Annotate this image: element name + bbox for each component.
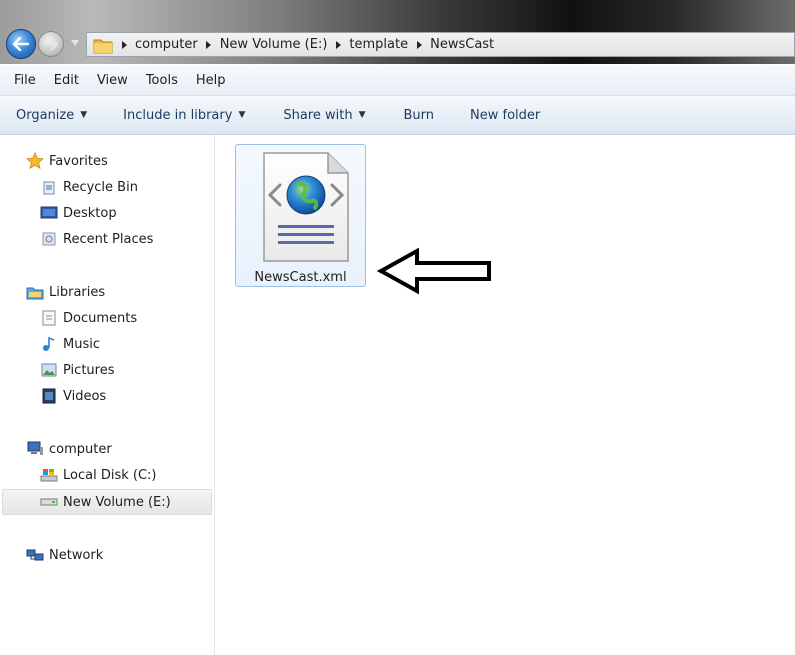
chevron-down-icon: ▼ (238, 110, 246, 120)
new-folder-label: New folder (470, 107, 541, 123)
breadcrumb-arrow-icon[interactable] (412, 38, 426, 52)
chevron-down-icon: ▼ (80, 110, 88, 120)
music-icon (40, 335, 58, 353)
star-icon (26, 152, 44, 170)
breadcrumb-computer[interactable]: computer (131, 37, 202, 52)
back-arrow-icon (13, 37, 29, 51)
menu-tools[interactable]: Tools (137, 73, 187, 88)
file-list: NewsCast.xml (215, 135, 795, 655)
nav-label: Documents (63, 310, 138, 326)
nav-label: Desktop (63, 205, 117, 221)
nav-label: Music (63, 336, 100, 352)
recent-pages-button[interactable] (70, 38, 80, 48)
nav-label: Libraries (49, 284, 106, 300)
include-in-library-label: Include in library (123, 107, 233, 123)
breadcrumb-arrow-icon[interactable] (117, 38, 131, 52)
network-icon (26, 546, 44, 564)
breadcrumb-template[interactable]: template (345, 37, 412, 52)
libraries-icon (26, 283, 44, 301)
nav-local-disk[interactable]: Local Disk (C:) (40, 463, 156, 487)
nav-computer[interactable]: computer (26, 437, 112, 461)
nav-label: Local Disk (C:) (63, 467, 157, 483)
nav-label: Network (49, 547, 104, 563)
file-item[interactable]: NewsCast.xml (235, 144, 366, 287)
local-disk-icon (40, 466, 58, 484)
nav-network[interactable]: Network (26, 543, 103, 567)
forward-arrow-icon (44, 38, 58, 50)
pictures-icon (40, 361, 58, 379)
share-with-label: Share with (283, 107, 353, 123)
drive-icon (40, 493, 58, 511)
address-bar-region: computer New Volume (E:) template NewsCa… (0, 0, 795, 64)
command-bar: Organize ▼ Include in library ▼ Share wi… (0, 96, 795, 135)
menu-help[interactable]: Help (187, 73, 235, 88)
nav-desktop[interactable]: Desktop (40, 201, 117, 225)
xml-document-icon (263, 152, 349, 262)
breadcrumb-arrow-icon[interactable] (331, 38, 345, 52)
back-button[interactable] (6, 29, 36, 59)
chevron-down-icon (71, 40, 79, 46)
nav-pictures[interactable]: Pictures (40, 358, 114, 382)
breadcrumb: computer New Volume (E:) template NewsCa… (117, 37, 498, 52)
nav-label: Favorites (49, 153, 108, 169)
videos-icon (40, 387, 58, 405)
nav-favorites[interactable]: Favorites (26, 149, 108, 173)
nav-music[interactable]: Music (40, 332, 100, 356)
breadcrumb-newscast[interactable]: NewsCast (426, 37, 498, 52)
nav-label: New Volume (E:) (63, 494, 171, 510)
share-with-button[interactable]: Share with ▼ (259, 108, 379, 123)
nav-libraries[interactable]: Libraries (26, 280, 105, 304)
recycle-bin-icon (40, 178, 58, 196)
recent-places-icon (40, 230, 58, 248)
address-field[interactable]: computer New Volume (E:) template NewsCa… (86, 32, 795, 57)
computer-icon (26, 440, 44, 458)
desktop-icon (40, 204, 58, 222)
nav-label: Recent Places (63, 231, 154, 247)
menu-edit[interactable]: Edit (45, 73, 88, 88)
breadcrumb-arrow-icon[interactable] (202, 38, 216, 52)
navigation-pane: Favorites Recycle Bin Desktop Recent Pla… (0, 135, 215, 655)
nav-label: Videos (63, 388, 107, 404)
nav-label: computer (49, 441, 112, 457)
nav-label: Pictures (63, 362, 115, 378)
nav-new-volume[interactable]: New Volume (E:) (40, 490, 171, 514)
forward-button[interactable] (38, 31, 64, 57)
file-name: NewsCast.xml (254, 270, 347, 285)
breadcrumb-new-volume[interactable]: New Volume (E:) (216, 37, 332, 52)
menu-bar: File Edit View Tools Help (0, 65, 795, 96)
nav-videos[interactable]: Videos (40, 384, 106, 408)
menu-file[interactable]: File (0, 73, 45, 88)
new-folder-button[interactable]: New folder (448, 108, 554, 123)
organize-button[interactable]: Organize ▼ (0, 108, 101, 123)
chevron-down-icon: ▼ (358, 110, 366, 120)
organize-label: Organize (16, 107, 75, 123)
burn-button[interactable]: Burn (380, 108, 449, 123)
burn-label: Burn (403, 107, 435, 123)
nav-recycle-bin[interactable]: Recycle Bin (40, 175, 138, 199)
nav-label: Recycle Bin (63, 179, 138, 195)
menu-view[interactable]: View (88, 73, 137, 88)
include-in-library-button[interactable]: Include in library ▼ (101, 108, 259, 123)
documents-icon (40, 309, 58, 327)
arrow-left-icon (377, 247, 491, 295)
nav-recent-places[interactable]: Recent Places (40, 227, 153, 251)
folder-icon (93, 36, 113, 54)
nav-documents[interactable]: Documents (40, 306, 137, 330)
